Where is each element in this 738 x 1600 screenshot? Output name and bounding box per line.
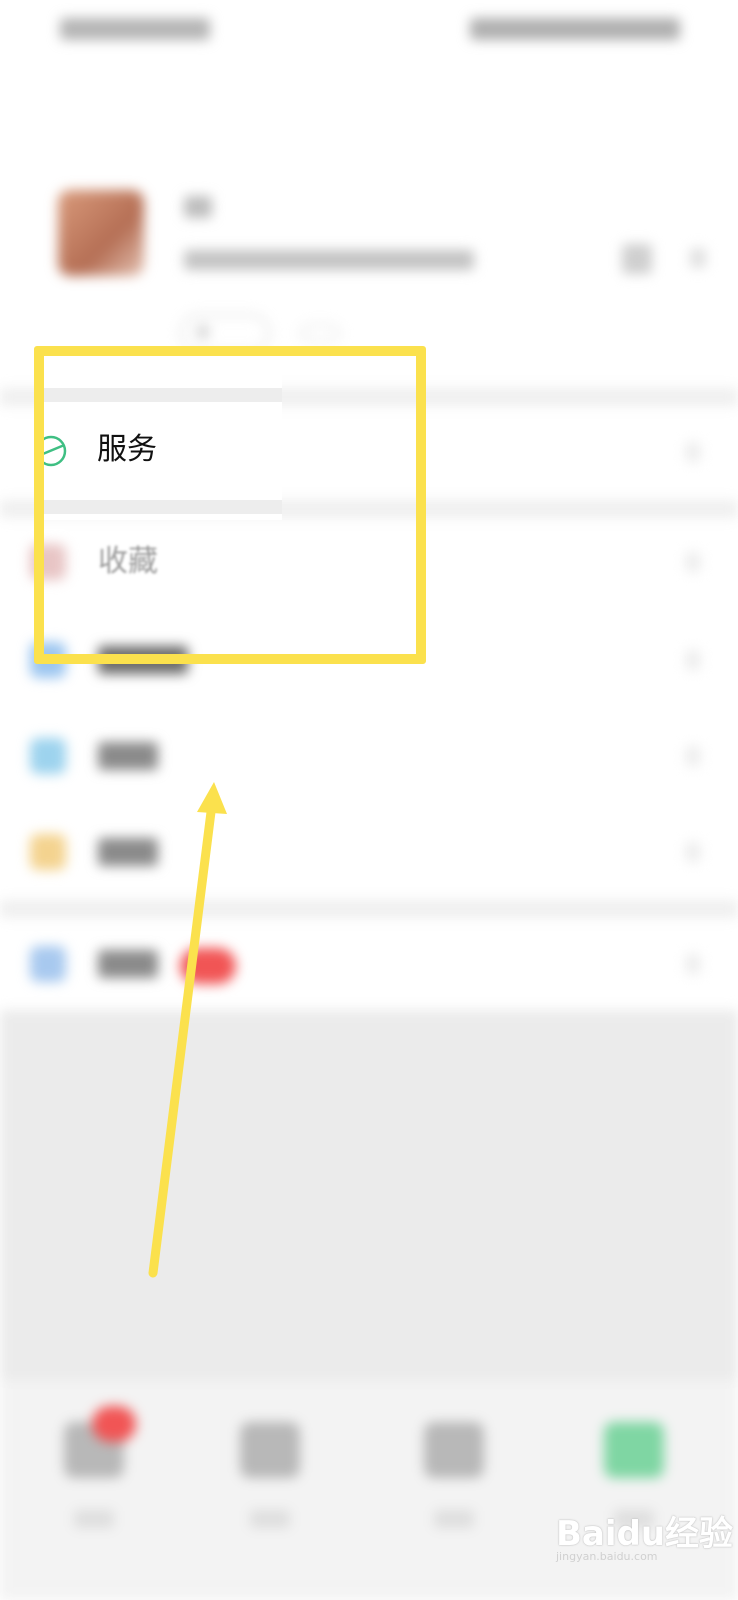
annotation-arrow — [148, 782, 227, 1278]
watermark-url: jingyan.baidu.com — [556, 1550, 658, 1563]
watermark-logo: Baidu经验 — [556, 1514, 734, 1554]
